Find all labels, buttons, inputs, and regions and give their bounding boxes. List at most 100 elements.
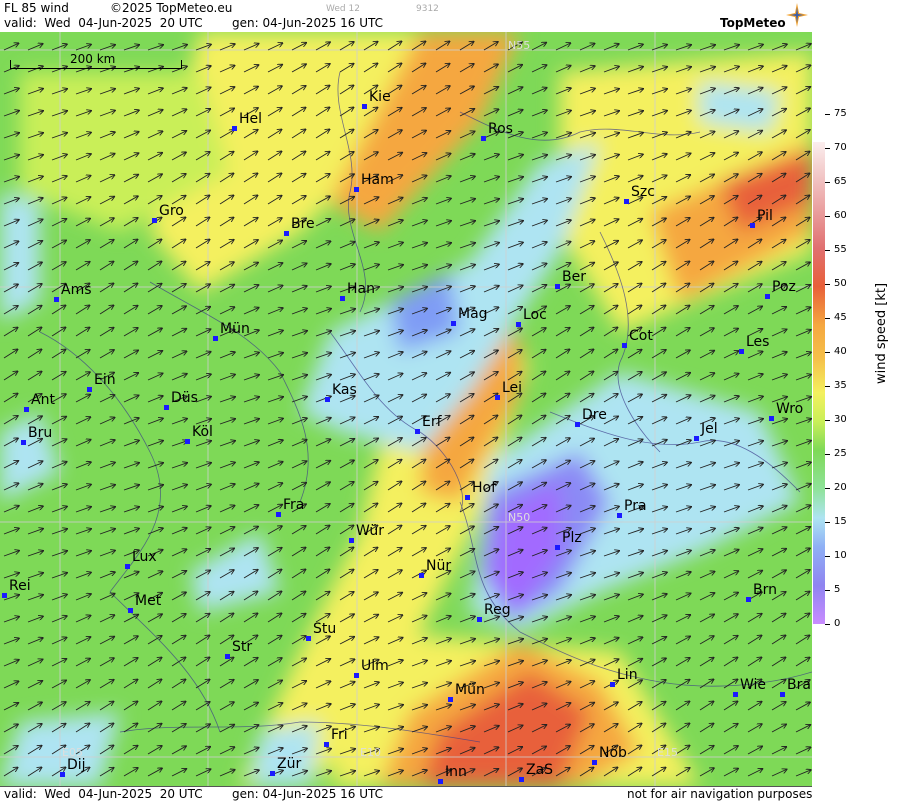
city-label: Han (347, 281, 375, 297)
city-label: Gro (159, 203, 184, 219)
legend-panel (812, 0, 904, 801)
legend-tick-mark (825, 250, 830, 251)
city-label: Cot (629, 328, 653, 344)
city-label: ZaS (526, 762, 554, 778)
city-label: Dre (582, 407, 607, 423)
city-marker (164, 405, 169, 410)
city-marker (765, 294, 770, 299)
gen-time: gen: 04-Jun-2025 16 UTC (232, 16, 384, 30)
city-marker (306, 636, 311, 641)
city-marker (128, 608, 133, 613)
city-label: Jel (701, 421, 718, 437)
city-marker (24, 407, 29, 412)
city-label: Düs (171, 390, 198, 406)
city-label: Ber (562, 269, 586, 285)
grid-label-e15: E15 (657, 746, 678, 759)
city-label: Fri (331, 727, 348, 743)
city-marker (516, 322, 521, 327)
city-label: Brn (753, 582, 777, 598)
legend-tick-mark (825, 318, 830, 319)
city-marker (739, 349, 744, 354)
legend-tick-mark (825, 386, 830, 387)
city-label: Ros (488, 121, 513, 137)
city-marker (769, 416, 774, 421)
city-label: Mün (455, 682, 485, 698)
city-marker (592, 760, 597, 765)
copyright-text: ©2025 TopMeteo.eu (110, 1, 233, 15)
city-marker (232, 126, 237, 131)
city-label: Loc (523, 307, 547, 323)
city-label: Bre (291, 216, 315, 232)
city-label: Lux (132, 549, 157, 565)
city-label: Fra (283, 497, 305, 513)
city-label: Plz (562, 530, 582, 546)
city-marker (185, 439, 190, 444)
legend-tick-label: 30 (834, 414, 847, 425)
city-label: Ulm (361, 658, 389, 674)
city-marker (354, 673, 359, 678)
city-label: Les (746, 334, 770, 350)
map-header: FL 85 wind ©2025 TopMeteo.eu Wed 12 9312… (0, 0, 812, 33)
city-label: Pil (757, 208, 773, 224)
grid-label-n55: N55 (508, 39, 531, 52)
city-marker (451, 321, 456, 326)
legend-tick-label: 15 (834, 516, 847, 527)
city-marker (746, 597, 751, 602)
city-label: Nür (426, 558, 452, 574)
city-marker (519, 777, 524, 782)
city-marker (213, 336, 218, 341)
city-label: Mün (220, 321, 250, 337)
legend-tick-label: 60 (834, 210, 847, 221)
legend-tick-label: 0 (834, 618, 841, 629)
city-marker (415, 429, 420, 434)
city-marker (2, 593, 7, 598)
city-marker (349, 538, 354, 543)
city-marker (340, 296, 345, 301)
legend-tick-label: 70 (834, 142, 847, 153)
city-label: Ams (61, 282, 92, 298)
city-label: Hof (472, 480, 497, 496)
legend-tick-label: 35 (834, 380, 847, 391)
color-bar (813, 142, 825, 624)
city-label: Str (232, 639, 253, 655)
city-marker (362, 104, 367, 109)
city-label: Poz (772, 279, 796, 295)
city-marker (284, 231, 289, 236)
city-marker (325, 397, 330, 402)
map-footer: valid: Wed 04-Jun-2025 20 UTC gen: 04-Ju… (0, 786, 812, 802)
wind-map[interactable]: 200 km N55 N50 E05 E10 E15 Kie Hel Ros Ham S… (0, 32, 812, 786)
city-marker (694, 436, 699, 441)
legend-tick-label: 50 (834, 278, 847, 289)
city-marker (60, 772, 65, 777)
city-label: Szc (631, 184, 655, 200)
city-label: Nöb (599, 745, 627, 761)
product-title: FL 85 wind (4, 1, 69, 15)
legend-tick-label: 45 (834, 312, 847, 323)
city-marker (610, 682, 615, 687)
city-label: Hel (239, 111, 263, 127)
city-marker (622, 343, 627, 348)
city-label: Bru (28, 425, 53, 441)
legend-tick-mark (825, 216, 830, 217)
city-marker (125, 564, 130, 569)
city-marker (733, 692, 738, 697)
city-marker (465, 495, 470, 500)
city-label: Köl (192, 424, 213, 440)
legend-tick-mark (825, 590, 830, 591)
footer-gen-time: gen: 04-Jun-2025 16 UTC (232, 787, 384, 801)
city-label: Met (135, 593, 162, 609)
city-label: Rei (9, 578, 31, 594)
compass-star-icon (786, 3, 808, 27)
city-label: Mag (458, 306, 488, 322)
topmeteo-logo-text: TopMeteo (720, 16, 786, 30)
legend-tick-mark (825, 488, 830, 489)
code-small-text: 9312 (416, 4, 439, 14)
city-marker (617, 513, 622, 518)
legend-tick-label: 75 (834, 108, 847, 119)
scale-label: 200 km (70, 52, 116, 66)
valid-time: valid: Wed 04-Jun-2025 20 UTC (4, 16, 203, 30)
legend-tick-mark (825, 522, 830, 523)
legend-tick-mark (825, 182, 830, 183)
legend-title: wind speed [kt] (874, 282, 889, 384)
city-marker (624, 199, 629, 204)
